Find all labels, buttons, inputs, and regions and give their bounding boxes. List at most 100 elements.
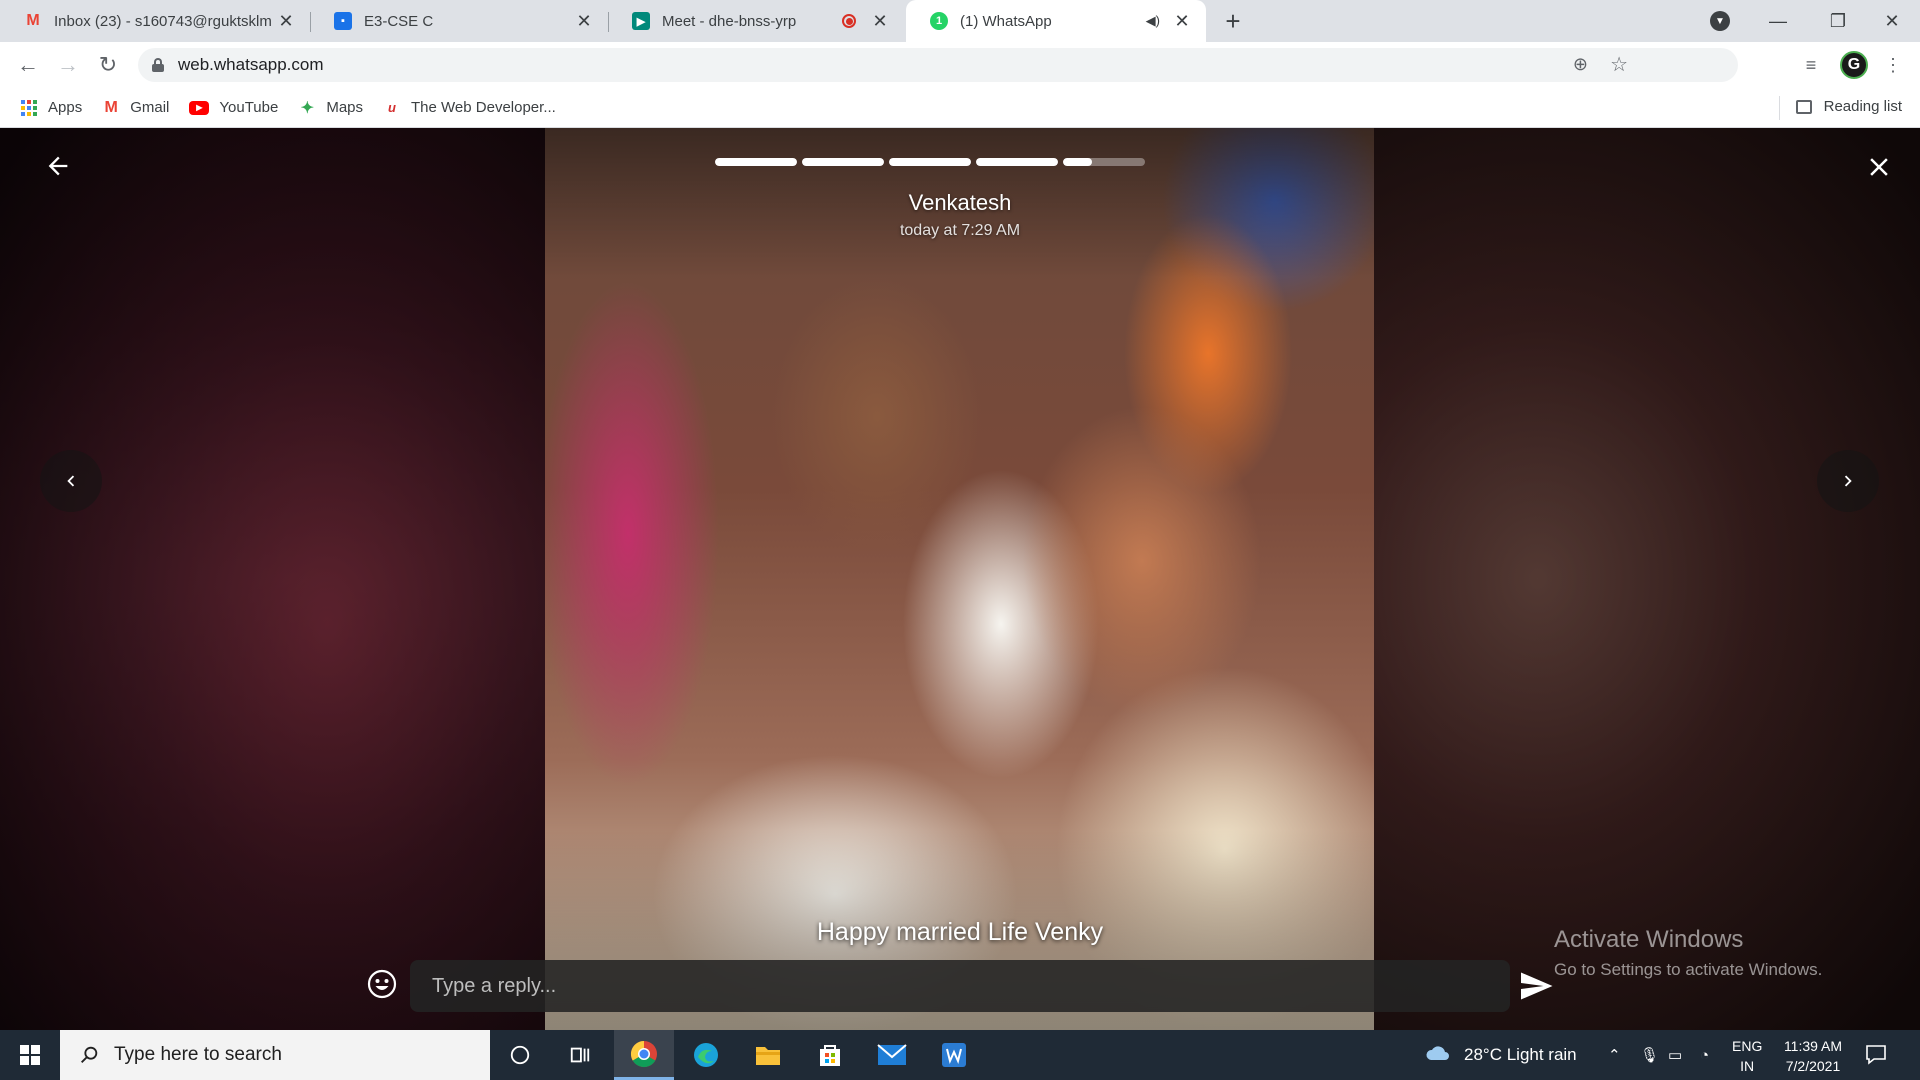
battery-icon[interactable]: ▭: [1668, 1030, 1682, 1080]
tab-whatsapp[interactable]: 1 (1) WhatsApp ◀) ✕: [906, 0, 1206, 42]
reply-field[interactable]: [410, 960, 1510, 1012]
taskbar-store[interactable]: [800, 1030, 860, 1080]
tab-close-icon[interactable]: ✕: [574, 11, 594, 31]
document-app-icon: [942, 1043, 966, 1067]
emoji-icon[interactable]: [366, 968, 398, 1000]
window-close-button[interactable]: ✕: [1862, 0, 1920, 42]
taskbar-file-explorer[interactable]: [738, 1030, 798, 1080]
bookmarks-bar: Apps M Gmail ▶ YouTube ✦ Maps u The Web …: [0, 88, 1920, 128]
cloud-rain-icon: [1426, 1046, 1449, 1060]
close-icon[interactable]: [1864, 152, 1894, 182]
send-icon[interactable]: [1518, 968, 1554, 1004]
reply-input[interactable]: [432, 974, 1510, 998]
tab-classroom[interactable]: ▪ E3-CSE C ✕: [310, 0, 608, 42]
status-posted-time: today at 7:29 AM: [899, 222, 1021, 239]
next-status-button[interactable]: [1817, 450, 1879, 512]
tab-close-icon[interactable]: ✕: [870, 11, 890, 31]
new-tab-button[interactable]: +: [1218, 6, 1248, 36]
taskbar-chrome[interactable]: [614, 1030, 674, 1080]
notification-center-icon[interactable]: [1864, 1042, 1888, 1066]
language-indicator[interactable]: ENG IN: [1732, 1036, 1762, 1076]
bookmark-gmail[interactable]: M Gmail: [102, 98, 170, 117]
weather-text: 28°C Light rain: [1464, 1045, 1577, 1064]
url-text[interactable]: web.whatsapp.com: [178, 55, 324, 75]
bookmark-star-icon[interactable]: ☆: [1610, 52, 1628, 77]
reload-button[interactable]: ↻: [94, 51, 122, 79]
youtube-icon: ▶: [189, 100, 210, 115]
blurred-background-right: [1374, 128, 1920, 1030]
reading-list-label: Reading list: [1823, 98, 1902, 115]
tab-title: E3-CSE C: [364, 12, 434, 30]
tab-title: Meet - dhe-bnss-yrp: [662, 12, 797, 30]
watermark-title: Activate Windows: [1554, 926, 1744, 953]
bookmark-label: Gmail: [130, 99, 170, 116]
reading-list-button[interactable]: Reading list: [1795, 98, 1902, 115]
profile-avatar[interactable]: G: [1840, 51, 1868, 79]
browser-tab-strip: M Inbox (23) - s160743@rguktsklm ✕ ▪ E3-…: [0, 0, 1920, 42]
taskbar-search-box[interactable]: Type here to search: [60, 1030, 490, 1080]
tray-overflow-chevron-icon[interactable]: ⌃: [1608, 1030, 1621, 1080]
taskbar-word-app[interactable]: [924, 1030, 984, 1080]
tab-title: Inbox (23) - s160743@rguktsklm: [54, 12, 272, 30]
tab-close-icon[interactable]: ✕: [276, 11, 296, 31]
browser-toolbar: ← → ↻ web.whatsapp.com ⊕ ☆ ≡ G ⋮: [0, 42, 1920, 88]
minimize-button[interactable]: —: [1748, 0, 1808, 42]
bookmark-label: Apps: [48, 99, 83, 116]
bookmark-label: YouTube: [219, 99, 279, 116]
address-bar[interactable]: web.whatsapp.com ⊕ ☆: [138, 48, 1738, 82]
tab-meet[interactable]: ▶ Meet - dhe-bnss-yrp ✕: [608, 0, 904, 42]
taskbar-mail[interactable]: [862, 1030, 922, 1080]
bookmark-label: Maps: [326, 99, 364, 116]
apps-grid-icon: [20, 99, 38, 117]
previous-status-button[interactable]: [40, 450, 102, 512]
speaker-icon[interactable]: ◀): [1146, 13, 1160, 29]
search-icon: [81, 1046, 98, 1063]
activate-windows-watermark: Activate Windows Go to Settings to activ…: [1554, 926, 1822, 980]
mail-icon: [877, 1044, 907, 1065]
media-control-icon[interactable]: ≡: [1798, 52, 1824, 78]
clock-date: 7/2/2021: [1785, 1058, 1841, 1074]
progress-segment-fill: [1063, 158, 1092, 166]
back-button[interactable]: ←: [14, 51, 42, 79]
back-arrow-icon[interactable]: [44, 152, 72, 180]
start-button[interactable]: [0, 1030, 60, 1080]
tab-gmail-inbox[interactable]: M Inbox (23) - s160743@rguktsklm ✕: [0, 0, 310, 42]
chevron-left-icon: [67, 475, 75, 487]
tab-title: (1) WhatsApp: [960, 12, 1052, 30]
lock-icon[interactable]: [152, 58, 164, 72]
bookmark-divider: [1779, 96, 1780, 120]
weather-widget[interactable]: 28°C Light rain: [1424, 1030, 1577, 1080]
zoom-icon[interactable]: ⊕: [1573, 54, 1588, 75]
cortana-icon: [510, 1045, 530, 1065]
system-clock[interactable]: 11:39 AM 7/2/2021: [1778, 1036, 1848, 1076]
recording-indicator-icon: [842, 14, 856, 28]
chrome-icon: [630, 1040, 657, 1067]
bookmark-label: The Web Developer...: [411, 99, 556, 116]
bookmark-web-developer[interactable]: u The Web Developer...: [383, 99, 556, 117]
whatsapp-icon: 1: [930, 12, 948, 30]
status-progress-bar: [715, 158, 1145, 166]
blurred-background-left: [0, 128, 545, 1030]
gmail-icon: M: [104, 98, 118, 116]
restore-button[interactable]: ❐: [1808, 0, 1868, 42]
status-poster-name[interactable]: Venkatesh: [760, 190, 1160, 216]
wifi-icon[interactable]: ◔: [1700, 1030, 1709, 1080]
bookmark-apps[interactable]: Apps: [20, 99, 82, 117]
menu-kebab-icon[interactable]: ⋮: [1880, 52, 1906, 78]
forward-button[interactable]: →: [54, 51, 82, 79]
progress-segment: [715, 158, 797, 166]
microphone-icon[interactable]: 🎙: [1640, 1030, 1659, 1080]
progress-segment-fill: [715, 158, 797, 166]
task-view-button[interactable]: [550, 1030, 610, 1080]
taskbar-edge[interactable]: [676, 1030, 736, 1080]
region-code: IN: [1740, 1058, 1755, 1074]
bookmark-maps[interactable]: ✦ Maps: [298, 99, 363, 117]
progress-segment-fill: [889, 158, 971, 166]
bookmark-youtube[interactable]: ▶ YouTube: [189, 99, 278, 116]
tab-close-icon[interactable]: ✕: [1172, 11, 1192, 31]
tab-search-icon[interactable]: ▼: [1710, 11, 1730, 31]
language-code: ENG: [1732, 1038, 1763, 1054]
status-photo[interactable]: [545, 128, 1374, 1030]
cortana-button[interactable]: [490, 1030, 550, 1080]
store-icon: [820, 1045, 840, 1066]
